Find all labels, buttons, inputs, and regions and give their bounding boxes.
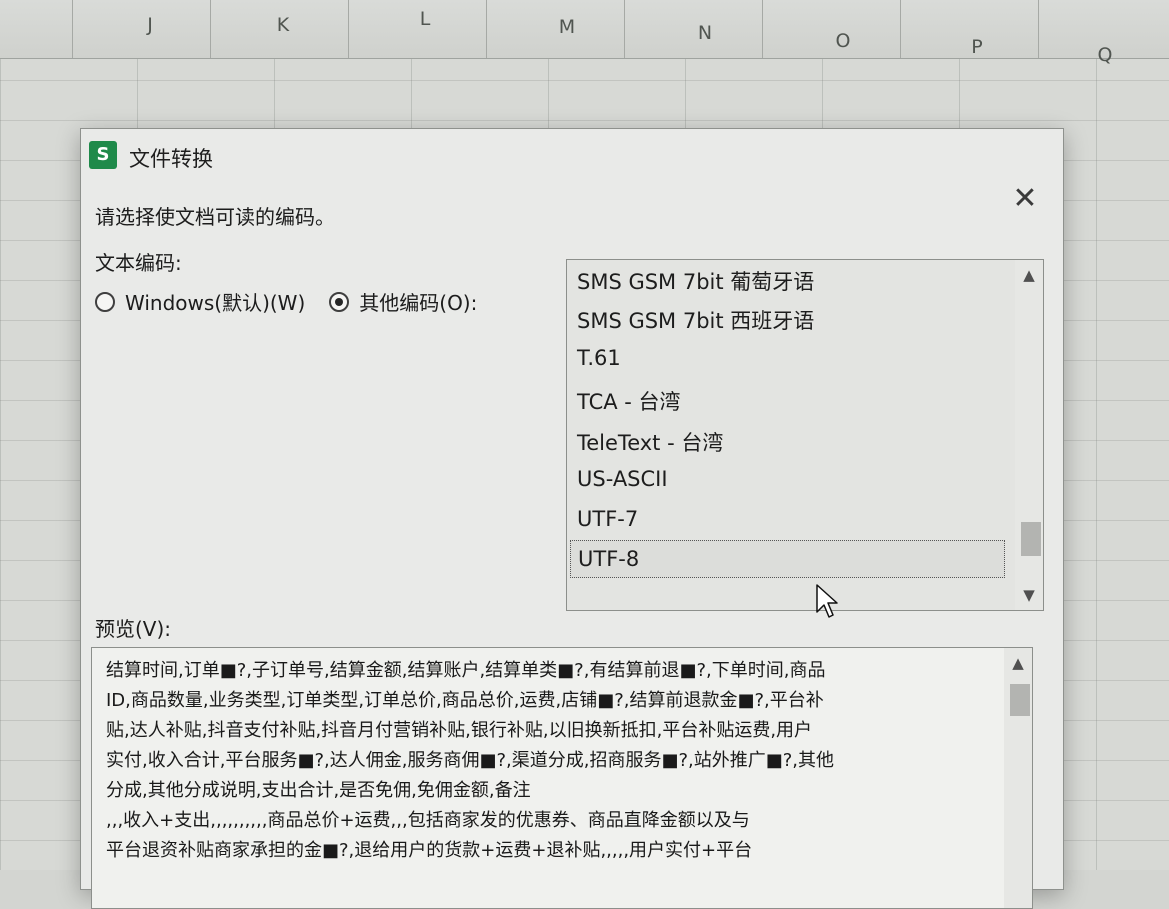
radio-windows-circle[interactable] <box>95 291 115 312</box>
radio-other-encoding[interactable]: 其他编码(O): <box>329 287 477 316</box>
column-header-j[interactable]: J <box>135 14 165 36</box>
encoding-option[interactable]: TeleText - 台湾 <box>577 427 723 457</box>
instruction-text: 请选择使文档可读的编码。 <box>95 205 335 229</box>
chevron-down-icon[interactable]: ▼ <box>1015 586 1043 604</box>
chevron-up-icon[interactable]: ▲ <box>1015 266 1043 284</box>
column-separator <box>348 0 349 58</box>
preview-content: 结算时间,订单■?,子订单号,结算金额,结算账户,结算单类■?,有结算前退■?,… <box>106 656 986 866</box>
column-separator <box>210 0 211 58</box>
column-header-bar: J K L M N O P Q <box>0 0 1169 66</box>
dialog-title: 文件转换 <box>129 147 213 171</box>
column-separator <box>900 0 901 58</box>
encoding-radio-group: Windows(默认)(W) 其他编码(O): <box>95 287 501 316</box>
column-header-n[interactable]: N <box>690 22 720 44</box>
column-header-l[interactable]: L <box>410 8 440 30</box>
column-header-p[interactable]: P <box>962 36 992 58</box>
preview-line: 分成,其他分成说明,支出合计,是否免佣,免佣金额,备注 <box>106 780 531 801</box>
column-separator <box>1038 0 1039 58</box>
preview-line: 平台退资补贴商家承担的金■?,退给用户的货款+运费+退补贴,,,,,用户实付+平… <box>106 840 753 861</box>
encoding-option[interactable]: SMS GSM 7bit 葡萄牙语 <box>577 266 814 296</box>
mouse-pointer-icon <box>816 584 838 618</box>
column-separator <box>762 0 763 58</box>
preview-line: 结算时间,订单■?,子订单号,结算金额,结算账户,结算单类■?,有结算前退■?,… <box>106 660 826 681</box>
preview-scrollbar[interactable]: ▲ <box>1004 648 1032 908</box>
preview-line: ID,商品数量,业务类型,订单类型,订单总价,商品总价,运费,店铺■?,结算前退… <box>106 690 824 711</box>
dialog-title-bar[interactable]: S 文件转换 <box>81 129 1063 181</box>
radio-other-label: 其他编码(O): <box>359 291 478 315</box>
scroll-thumb[interactable] <box>1021 522 1041 556</box>
column-header-m[interactable]: M <box>552 16 582 38</box>
column-header-o[interactable]: O <box>828 30 858 52</box>
column-header-k[interactable]: K <box>268 14 298 36</box>
encoding-option[interactable]: UTF-7 <box>577 507 638 531</box>
preview-line: 贴,达人补贴,抖音支付补贴,抖音月付营销补贴,银行补贴,以旧换新抵扣,平台补贴运… <box>106 720 813 741</box>
encoding-option-selected[interactable]: UTF-8 <box>570 540 1005 578</box>
encoding-option[interactable]: T.61 <box>577 346 621 370</box>
text-encoding-label: 文本编码: <box>95 251 182 275</box>
scroll-thumb[interactable] <box>1010 684 1030 716</box>
radio-other-circle[interactable] <box>329 291 350 312</box>
encoding-option[interactable]: TCA - 台湾 <box>577 386 681 416</box>
column-separator <box>624 0 625 58</box>
file-conversion-dialog: S 文件转换 ✕ 请选择使文档可读的编码。 文本编码: Windows(默认)(… <box>80 128 1064 909</box>
encoding-option[interactable]: US-ASCII <box>577 467 668 491</box>
column-separator <box>72 0 73 58</box>
chevron-up-icon[interactable]: ▲ <box>1004 654 1032 672</box>
wps-spreadsheet-icon: S <box>89 141 117 169</box>
encoding-list-scrollbar[interactable]: ▲ ▼ <box>1015 260 1043 610</box>
preview-line: 实付,收入合计,平台服务■?,达人佣金,服务商佣■?,渠道分成,招商服务■?,站… <box>106 750 835 771</box>
preview-label: 预览(V): <box>95 617 172 641</box>
encoding-listbox[interactable]: SMS GSM 7bit 葡萄牙语 SMS GSM 7bit 西班牙语 T.61… <box>566 259 1044 611</box>
encoding-option[interactable]: SMS GSM 7bit 西班牙语 <box>577 305 814 335</box>
column-separator <box>486 0 487 58</box>
close-button[interactable]: ✕ <box>1007 181 1043 217</box>
radio-windows-label: Windows(默认)(W) <box>125 291 306 315</box>
radio-windows-default[interactable]: Windows(默认)(W) <box>95 287 305 316</box>
preview-line: ,,,收入+支出,,,,,,,,,,商品总价+运费,,,包括商家发的优惠券、商品… <box>106 810 750 831</box>
column-header-q[interactable]: Q <box>1090 44 1120 66</box>
